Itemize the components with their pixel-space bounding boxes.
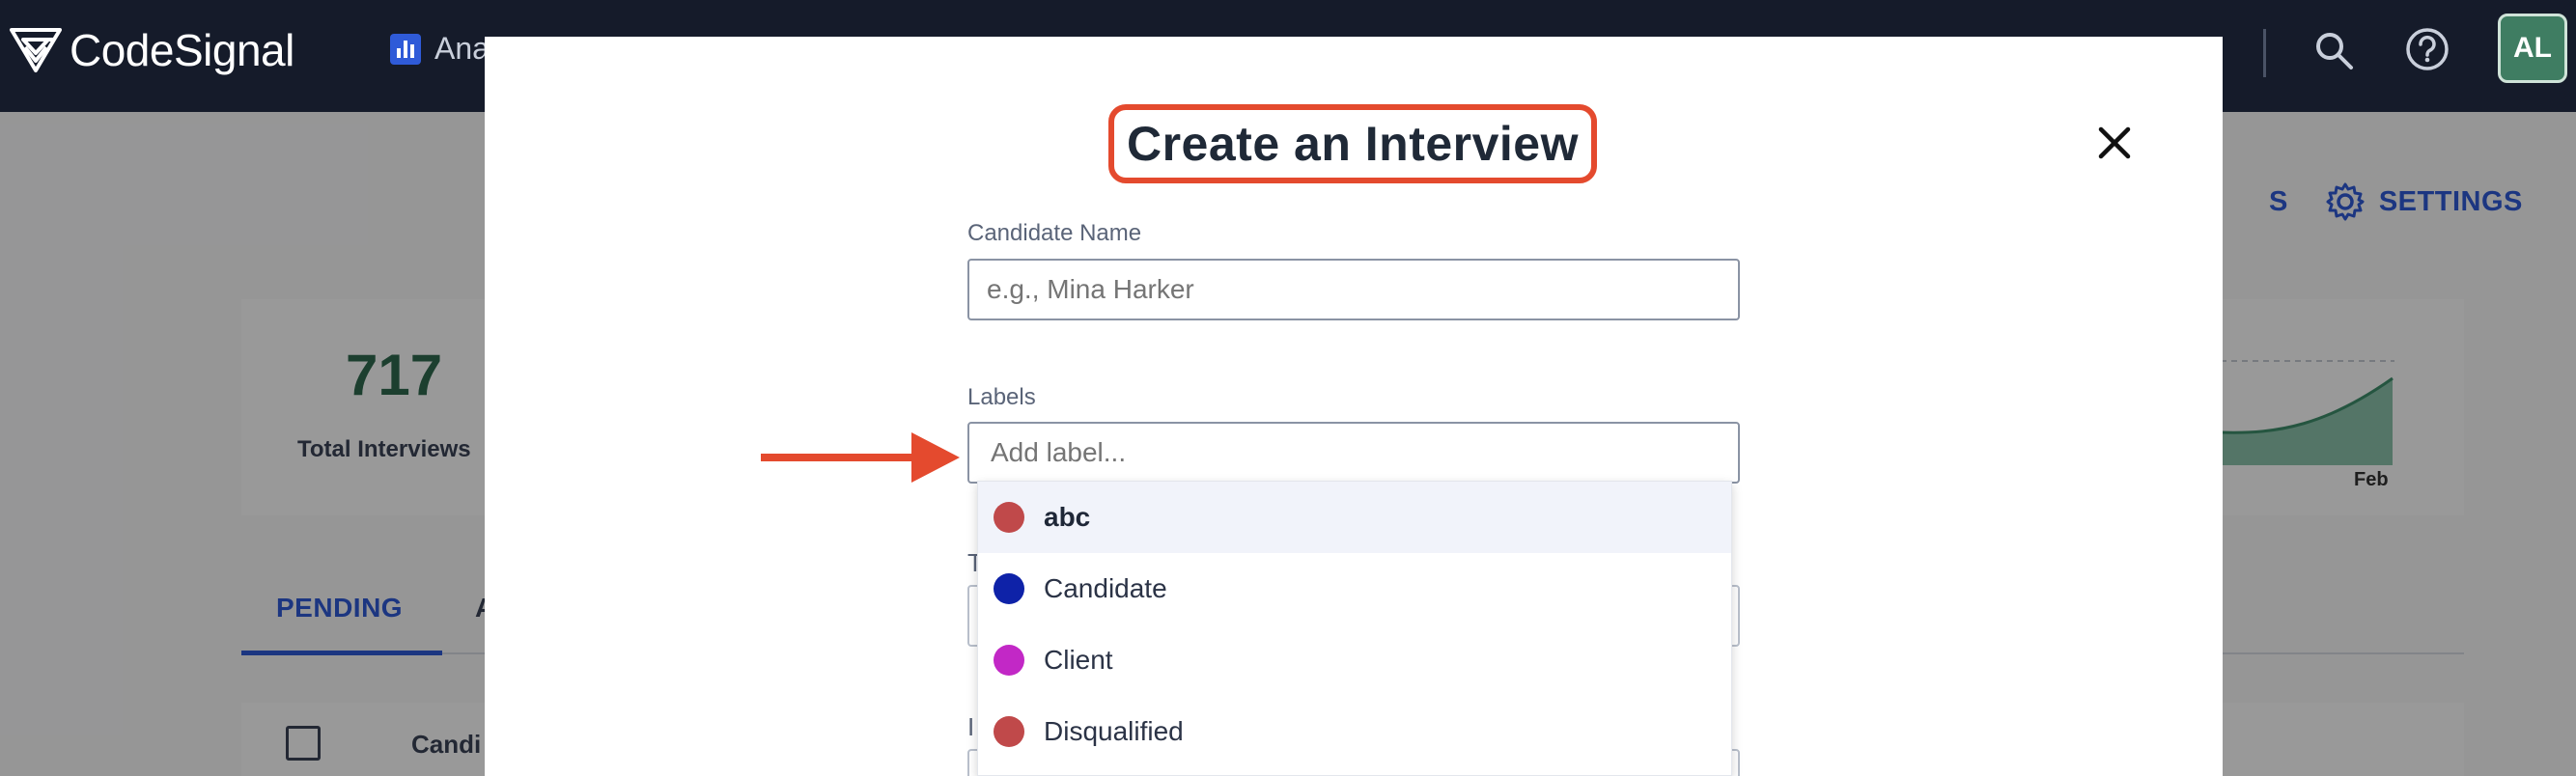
labels-label: Labels: [967, 384, 1036, 410]
brand-name: CodeSignal: [70, 25, 294, 75]
label-option-candidate[interactable]: Candidate: [978, 553, 1731, 624]
label-color-dot: [994, 573, 1024, 604]
label-color-dot: [994, 645, 1024, 676]
nav-item-label: Ana: [434, 31, 490, 66]
create-interview-modal: Create an Interview Candidate Name Label…: [485, 37, 2223, 776]
label-option-abc[interactable]: abc: [978, 482, 1731, 553]
candidate-name-input[interactable]: [967, 259, 1740, 320]
nav-divider: [2263, 29, 2266, 77]
nav-item-analytics[interactable]: Ana: [390, 31, 490, 67]
codesignal-logo-icon: [10, 28, 62, 72]
label-option-text: abc: [1044, 502, 1091, 532]
candidate-name-label: Candidate Name: [967, 220, 1142, 246]
label-color-dot: [994, 502, 1024, 533]
labels-input[interactable]: [967, 422, 1740, 484]
label-color-dot: [994, 716, 1024, 747]
label-option-text: Disqualified: [1044, 716, 1184, 746]
label-option-disqualified[interactable]: Disqualified: [978, 696, 1731, 767]
title-highlight-annotation: Create an Interview: [1108, 104, 1597, 183]
modal-title: Create an Interview: [1126, 117, 1580, 171]
label-option-text: Candidate: [1044, 573, 1167, 603]
search-icon[interactable]: [2312, 29, 2355, 71]
label-option-text: Client: [1044, 645, 1113, 675]
bar-chart-icon: [390, 33, 421, 65]
user-avatar[interactable]: AL: [2498, 14, 2567, 83]
annotation-arrow-icon: [761, 432, 960, 483]
hidden-field-label: I: [967, 712, 975, 741]
help-icon[interactable]: [2405, 27, 2450, 71]
labels-dropdown: abc Candidate Client Disqualified: [977, 481, 1732, 776]
brand-logo[interactable]: CodeSignal: [8, 23, 294, 77]
close-icon[interactable]: [2095, 124, 2134, 162]
label-option-client[interactable]: Client: [978, 624, 1731, 696]
